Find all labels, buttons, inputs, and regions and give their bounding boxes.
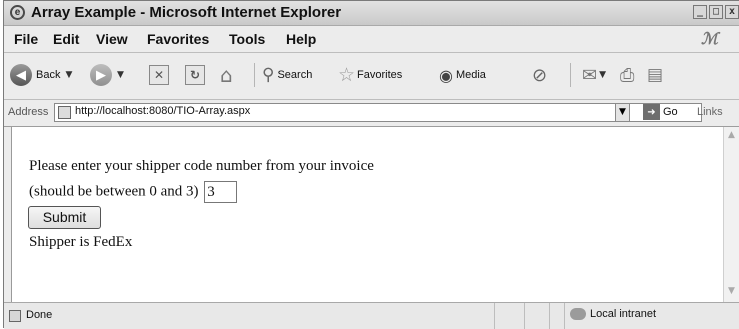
ie-logo-icon: e <box>10 5 25 20</box>
history-icon: ⊘ <box>532 64 548 86</box>
media-button[interactable]: ◉ Media <box>439 61 486 89</box>
toolbar-separator <box>254 63 255 87</box>
chevron-down-icon[interactable]: ▼ <box>599 70 606 80</box>
home-icon: ⌂ <box>220 63 233 87</box>
forward-button[interactable]: ▶ ▼ <box>90 61 124 89</box>
minimize-button[interactable]: _ <box>693 5 707 19</box>
back-arrow-icon: ◀ <box>10 64 32 86</box>
mail-button[interactable]: ✉ ▼ <box>582 61 606 89</box>
edit-button[interactable]: ▤ <box>647 61 663 89</box>
vertical-scrollbar[interactable]: ▲ ▼ <box>723 127 739 302</box>
address-bar: Address http://localhost:8080/TIO-Array.… <box>4 100 739 127</box>
shipper-code-input[interactable]: 3 <box>204 181 238 203</box>
title-bar[interactable]: e Array Example - Microsoft Internet Exp… <box>4 1 739 26</box>
mail-icon: ✉ <box>582 64 598 86</box>
browser-window: e Array Example - Microsoft Internet Exp… <box>3 0 739 329</box>
status-bar: Done Local intranet <box>4 302 739 329</box>
search-button[interactable]: ⚲ Search <box>262 61 312 89</box>
status-text: Done <box>26 309 53 321</box>
search-label: Search <box>277 69 313 81</box>
menu-favorites[interactable]: Favorites <box>147 31 209 47</box>
address-url: http://localhost:8080/TIO-Array.aspx <box>75 105 251 117</box>
stop-icon: ✕ <box>149 65 169 85</box>
range-hint: (should be between 0 and 3) 3 <box>29 181 238 203</box>
submit-button[interactable]: Submit <box>28 206 101 229</box>
status-divider <box>524 303 525 329</box>
refresh-button[interactable]: ↻ <box>185 61 205 89</box>
media-label: Media <box>455 69 486 81</box>
maximize-button[interactable]: □ <box>709 5 723 19</box>
links-toolbar[interactable]: Links <box>697 106 723 118</box>
back-label: Back <box>36 69 61 81</box>
close-button[interactable]: x <box>725 5 739 19</box>
range-hint-text: (should be between 0 and 3) <box>29 183 199 200</box>
print-icon: ⎙ <box>620 64 635 86</box>
menu-tools[interactable]: Tools <box>229 31 265 47</box>
chevron-down-icon[interactable]: ▼ <box>117 70 124 80</box>
go-arrow-icon: ➜ <box>643 104 660 120</box>
favorites-button[interactable]: ☆ Favorites <box>338 61 402 89</box>
chevron-down-icon[interactable]: ▼ <box>615 103 630 122</box>
home-button[interactable]: ⌂ <box>220 61 233 89</box>
go-label: Go <box>663 106 678 118</box>
menu-bar: File Edit View Favorites Tools Help ℳ <box>4 26 739 53</box>
page-icon <box>58 106 71 119</box>
address-input[interactable]: http://localhost:8080/TIO-Array.aspx <box>54 103 702 122</box>
edit-icon: ▤ <box>647 65 664 85</box>
window-title: Array Example - Microsoft Internet Explo… <box>31 4 342 21</box>
menu-help[interactable]: Help <box>286 31 316 47</box>
history-button[interactable]: ⊘ <box>532 61 547 89</box>
forward-arrow-icon: ▶ <box>90 64 112 86</box>
scroll-down-icon[interactable]: ▼ <box>726 286 737 297</box>
standard-toolbar: ◀ Back ▼ ▶ ▼ ✕ ↻ ⌂ ⚲ Search ☆ Favorites … <box>4 53 739 100</box>
status-divider <box>564 303 565 329</box>
prompt-text: Please enter your shipper code number fr… <box>29 158 374 174</box>
toolbar-separator <box>570 63 571 87</box>
menu-file[interactable]: File <box>14 31 38 47</box>
search-icon: ⚲ <box>262 65 275 85</box>
intranet-icon <box>570 308 586 320</box>
print-button[interactable]: ⎙ <box>620 61 634 89</box>
stop-button[interactable]: ✕ <box>149 61 169 89</box>
scroll-up-icon[interactable]: ▲ <box>726 130 737 141</box>
page-content: Please enter your shipper code number fr… <box>11 127 723 302</box>
refresh-icon: ↻ <box>185 65 205 85</box>
star-icon: ☆ <box>338 64 356 86</box>
security-zone: Local intranet <box>570 308 656 320</box>
status-divider <box>549 303 550 329</box>
menu-edit[interactable]: Edit <box>53 31 79 47</box>
media-icon: ◉ <box>439 65 453 85</box>
zone-label: Local intranet <box>590 308 657 320</box>
address-label: Address <box>8 106 49 118</box>
status-divider <box>494 303 495 329</box>
result-text: Shipper is FedEx <box>29 234 133 250</box>
window-controls: _ □ x <box>693 5 739 19</box>
page-icon <box>9 310 21 322</box>
chevron-down-icon[interactable]: ▼ <box>65 70 72 80</box>
favorites-label: Favorites <box>357 69 403 81</box>
go-button[interactable]: ➜ Go <box>643 104 678 120</box>
back-button[interactable]: ◀ Back ▼ <box>10 61 72 89</box>
menu-view[interactable]: View <box>96 31 128 47</box>
windows-logo-icon: ℳ <box>701 29 719 48</box>
